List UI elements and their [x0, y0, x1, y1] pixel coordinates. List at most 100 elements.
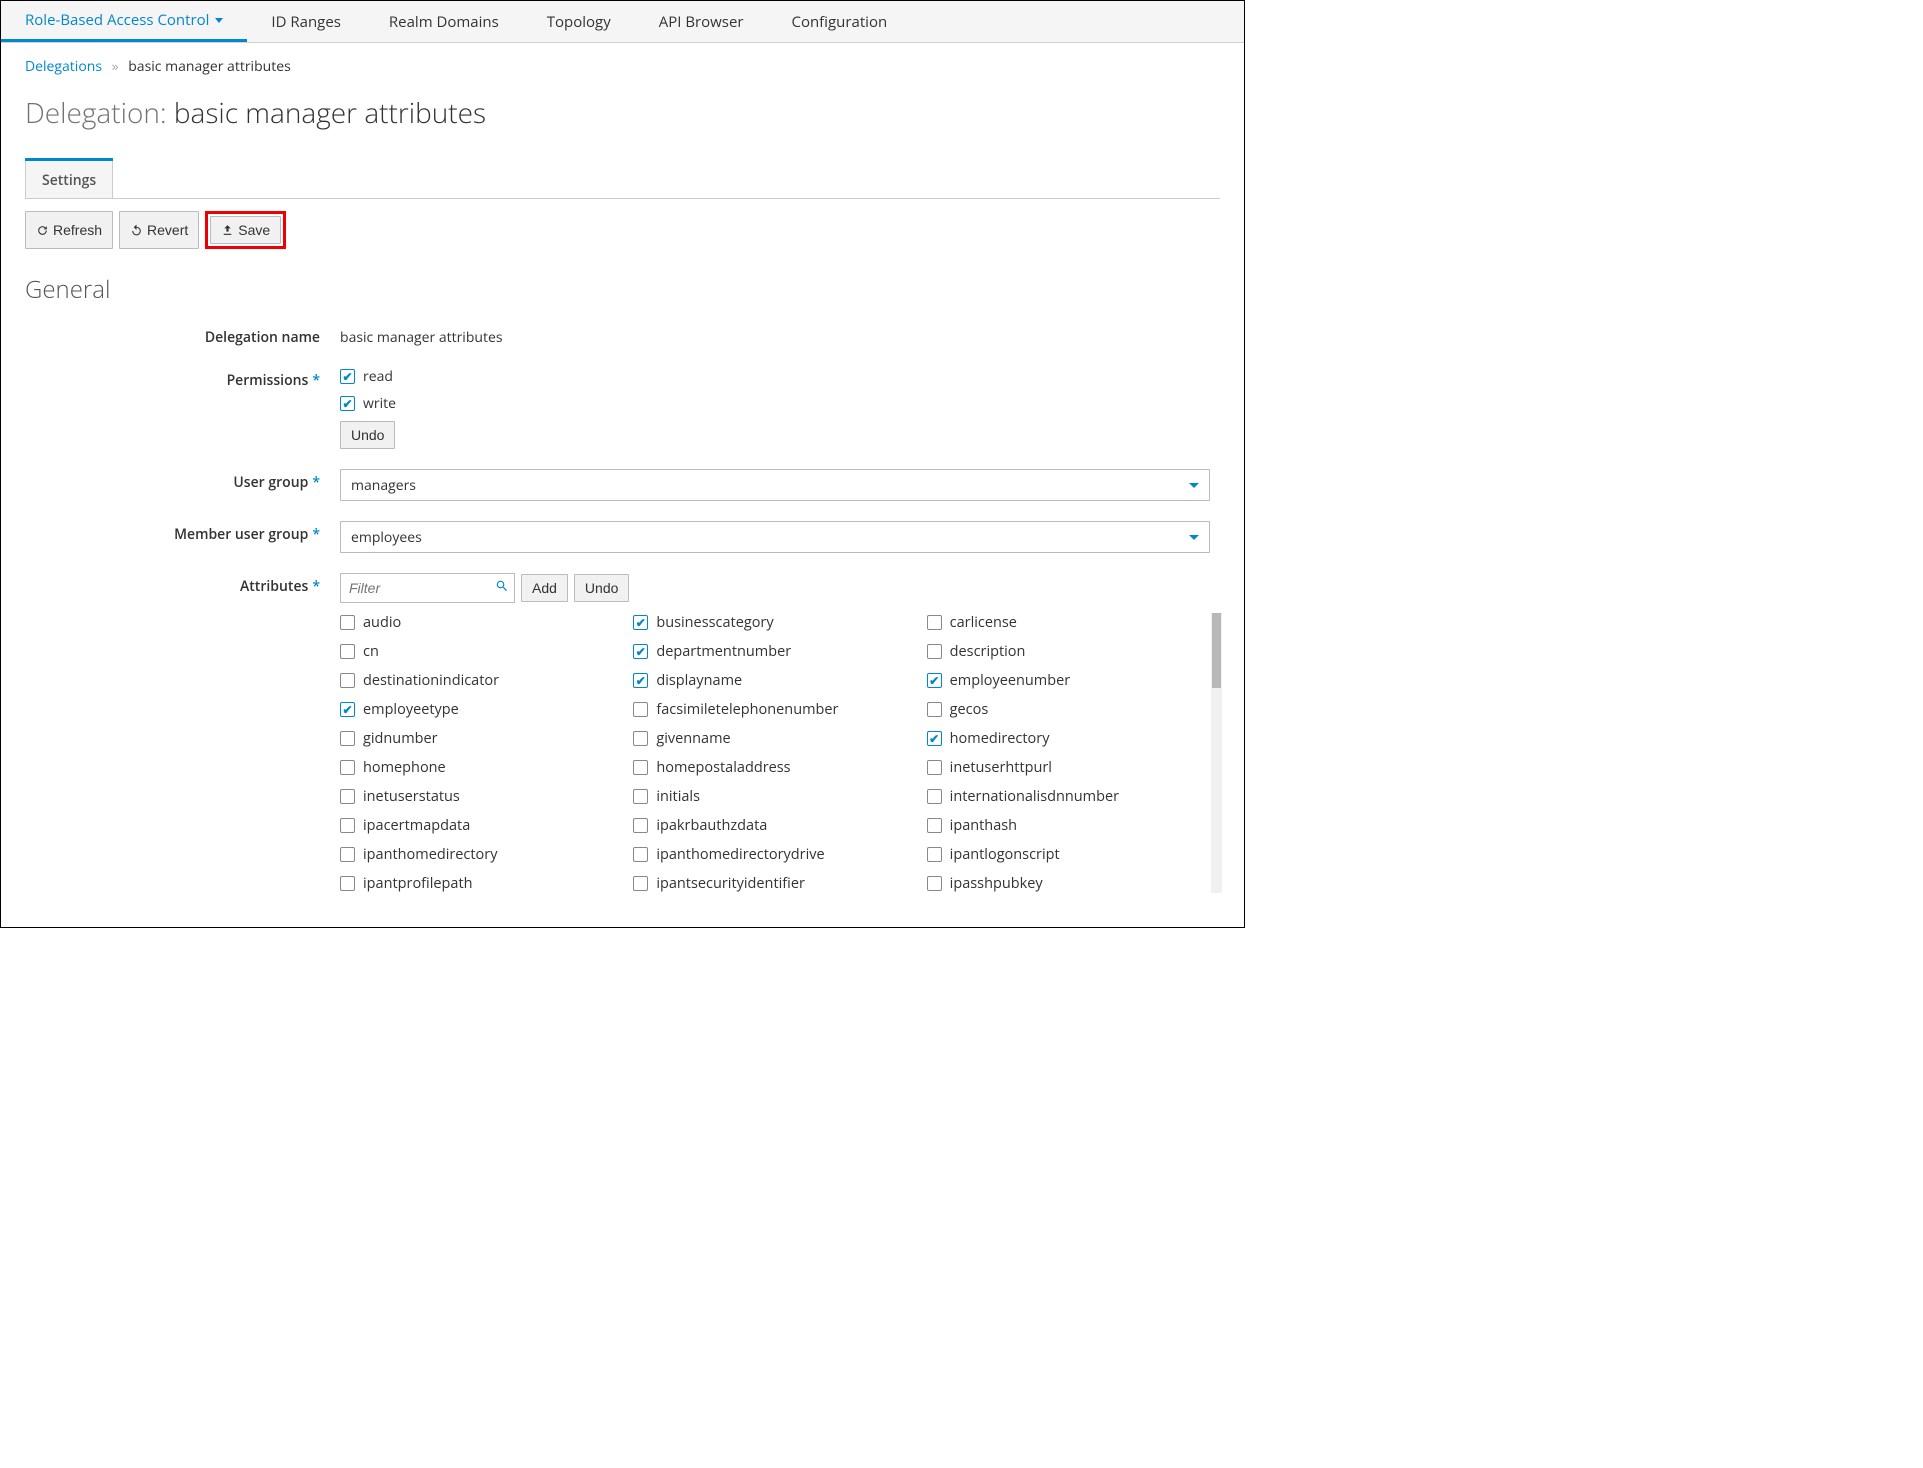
- search-icon[interactable]: [495, 578, 509, 598]
- attribute-label: ipantprofilepath: [363, 874, 473, 893]
- refresh-label: Refresh: [53, 222, 102, 238]
- permissions-undo-button[interactable]: Undo: [340, 421, 395, 449]
- attribute-item: gidnumber: [340, 729, 623, 748]
- permissions-label: Permissions*: [25, 367, 340, 390]
- attribute-checkbox-initials[interactable]: [633, 789, 648, 804]
- scrollbar[interactable]: [1211, 613, 1222, 893]
- attribute-item: givenname: [633, 729, 916, 748]
- refresh-icon: [36, 224, 49, 237]
- attribute-checkbox-ipanthash[interactable]: [927, 818, 942, 833]
- attribute-item: employeenumber: [927, 671, 1210, 690]
- page-title-prefix: Delegation:: [25, 94, 174, 132]
- attribute-item: description: [927, 642, 1210, 661]
- save-button[interactable]: Save: [210, 216, 281, 244]
- attribute-checkbox-carlicense[interactable]: [927, 615, 942, 630]
- attribute-checkbox-employeetype[interactable]: [340, 702, 355, 717]
- permission-checkbox-read[interactable]: [340, 369, 355, 384]
- toolbar: Refresh Revert Save: [25, 198, 1220, 261]
- revert-button[interactable]: Revert: [119, 211, 199, 249]
- attribute-item: homedirectory: [927, 729, 1210, 748]
- attribute-label: internationalisdnnumber: [950, 787, 1119, 806]
- attribute-item: audio: [340, 613, 623, 632]
- attribute-label: inetuserhttpurl: [950, 758, 1052, 777]
- attribute-checkbox-employeenumber[interactable]: [927, 673, 942, 688]
- attribute-checkbox-ipantsecurityidentifier[interactable]: [633, 876, 648, 891]
- attribute-checkbox-ipacertmapdata[interactable]: [340, 818, 355, 833]
- attribute-checkbox-homepostaladdress[interactable]: [633, 760, 648, 775]
- user-group-value: managers: [351, 476, 416, 495]
- attribute-checkbox-inetuserhttpurl[interactable]: [927, 760, 942, 775]
- attribute-item: ipanthomedirectory: [340, 845, 623, 864]
- attribute-label: ipanthash: [950, 816, 1017, 835]
- attribute-checkbox-description[interactable]: [927, 644, 942, 659]
- user-group-select[interactable]: managers: [340, 469, 1210, 501]
- topnav-item-1[interactable]: ID Ranges: [247, 1, 364, 42]
- attribute-checkbox-facsimiletelephonenumber[interactable]: [633, 702, 648, 717]
- scrollbar-thumb[interactable]: [1212, 613, 1221, 688]
- attribute-checkbox-departmentnumber[interactable]: [633, 644, 648, 659]
- breadcrumb-sep-icon: »: [112, 57, 119, 76]
- attribute-checkbox-gecos[interactable]: [927, 702, 942, 717]
- tabs: Settings: [25, 160, 1220, 198]
- attribute-item: displayname: [633, 671, 916, 690]
- attribute-label: cn: [363, 642, 379, 661]
- page-title-value: basic manager attributes: [174, 94, 486, 132]
- attribute-checkbox-inetuserstatus[interactable]: [340, 789, 355, 804]
- topnav-item-label: Topology: [547, 12, 611, 32]
- attribute-checkbox-internationalisdnnumber[interactable]: [927, 789, 942, 804]
- tab-0[interactable]: Settings: [25, 160, 113, 198]
- attribute-checkbox-audio[interactable]: [340, 615, 355, 630]
- attribute-label: gecos: [950, 700, 989, 719]
- attribute-checkbox-businesscategory[interactable]: [633, 615, 648, 630]
- attribute-label: audio: [363, 613, 401, 632]
- breadcrumb-parent[interactable]: Delegations: [25, 57, 102, 76]
- topnav-item-0[interactable]: Role-Based Access Control: [1, 1, 247, 42]
- attribute-item: facsimiletelephonenumber: [633, 700, 916, 719]
- attribute-label: facsimiletelephonenumber: [656, 700, 838, 719]
- attribute-item: initials: [633, 787, 916, 806]
- attributes-label: Attributes*: [25, 573, 340, 596]
- attribute-label: ipanthomedirectory: [363, 845, 497, 864]
- attribute-checkbox-givenname[interactable]: [633, 731, 648, 746]
- attribute-item: homephone: [340, 758, 623, 777]
- attribute-checkbox-ipantlogonscript[interactable]: [927, 847, 942, 862]
- attributes-filter-input[interactable]: [340, 573, 515, 603]
- member-user-group-select[interactable]: employees: [340, 521, 1210, 553]
- attribute-item: homepostaladdress: [633, 758, 916, 777]
- topnav-item-4[interactable]: API Browser: [635, 1, 768, 42]
- permission-label: read: [363, 367, 393, 386]
- attribute-item: inetuserstatus: [340, 787, 623, 806]
- refresh-button[interactable]: Refresh: [25, 211, 113, 249]
- permission-checkbox-write[interactable]: [340, 396, 355, 411]
- attribute-checkbox-ipanthomedirectory[interactable]: [340, 847, 355, 862]
- attribute-checkbox-ipantprofilepath[interactable]: [340, 876, 355, 891]
- attribute-label: inetuserstatus: [363, 787, 460, 806]
- attribute-checkbox-cn[interactable]: [340, 644, 355, 659]
- attribute-label: destinationindicator: [363, 671, 499, 690]
- attributes-add-button[interactable]: Add: [521, 574, 568, 602]
- attributes-undo-button[interactable]: Undo: [574, 574, 629, 602]
- page-title: Delegation: basic manager attributes: [25, 94, 1220, 132]
- topnav-item-5[interactable]: Configuration: [768, 1, 912, 42]
- attribute-checkbox-gidnumber[interactable]: [340, 731, 355, 746]
- topnav-item-label: Realm Domains: [389, 12, 499, 32]
- attribute-item: internationalisdnnumber: [927, 787, 1210, 806]
- attribute-checkbox-ipanthomedirectorydrive[interactable]: [633, 847, 648, 862]
- attribute-checkbox-displayname[interactable]: [633, 673, 648, 688]
- attribute-label: displayname: [656, 671, 742, 690]
- attribute-label: employeetype: [363, 700, 459, 719]
- attribute-label: homepostaladdress: [656, 758, 790, 777]
- attribute-checkbox-ipakrbauthzdata[interactable]: [633, 818, 648, 833]
- topnav-item-3[interactable]: Topology: [523, 1, 635, 42]
- attribute-checkbox-homephone[interactable]: [340, 760, 355, 775]
- topnav-item-2[interactable]: Realm Domains: [365, 1, 523, 42]
- attribute-item: departmentnumber: [633, 642, 916, 661]
- attribute-checkbox-destinationindicator[interactable]: [340, 673, 355, 688]
- member-user-group-label: Member user group*: [25, 521, 340, 544]
- attribute-label: ipasshpubkey: [950, 874, 1043, 893]
- attribute-item: employeetype: [340, 700, 623, 719]
- attribute-checkbox-homedirectory[interactable]: [927, 731, 942, 746]
- attribute-label: departmentnumber: [656, 642, 791, 661]
- attribute-checkbox-ipasshpubkey[interactable]: [927, 876, 942, 891]
- attribute-item: ipantlogonscript: [927, 845, 1210, 864]
